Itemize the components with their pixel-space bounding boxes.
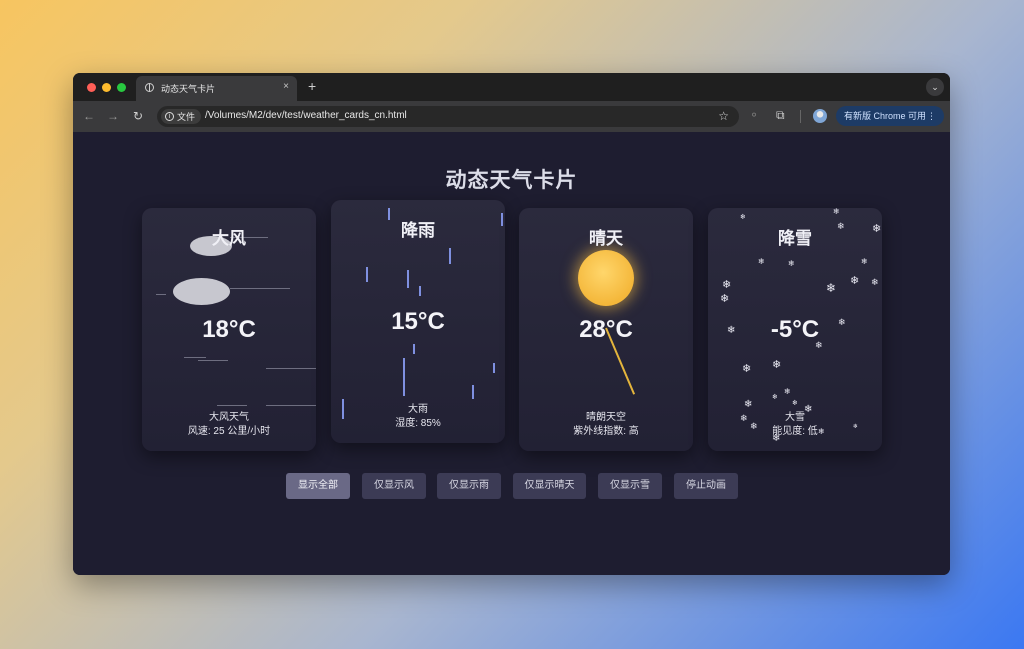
card-description: 大雨 湿度: 85%: [331, 403, 505, 431]
weather-card-wind: 大风 18°C 大风天气 风速: 25 公里/小时: [142, 208, 316, 451]
raindrop: [366, 267, 368, 282]
forward-icon[interactable]: →: [107, 109, 119, 123]
raindrop: [419, 286, 421, 296]
filter-controls: 显示全部 仅显示风 仅显示雨 仅显示晴天 仅显示雪 停止动画: [73, 473, 950, 499]
card-temperature: 28°C: [579, 316, 633, 343]
maximize-window-button[interactable]: [117, 83, 126, 92]
stop-animation-button[interactable]: 停止动画: [674, 473, 738, 499]
snowflake-icon: ❄: [744, 399, 753, 410]
snowflake-icon: ❄: [850, 275, 860, 287]
card-temperature: -5°C: [770, 316, 820, 343]
card-description: 大雪 能见度: 低: [708, 411, 882, 439]
card-detail: 能见度: 低: [772, 426, 818, 437]
wind-streak: [184, 357, 206, 358]
card-title: 降雪: [778, 229, 812, 248]
weather-card-sunny: 晴天 28°C 晴朗天空 紫外线指数: 高: [519, 208, 693, 451]
raindrop: [493, 363, 495, 373]
card-temperature: 15°C: [391, 308, 445, 335]
card-description: 晴朗天空 紫外线指数: 高: [519, 411, 693, 439]
wind-streak: [198, 360, 228, 361]
show-sunny-button[interactable]: 仅显示晴天: [513, 473, 586, 499]
snowflake-icon: ❄: [833, 208, 840, 216]
cloud-icon: [173, 278, 230, 305]
new-tab-button[interactable]: +: [308, 78, 316, 94]
snowflake-icon: ❄: [740, 214, 746, 221]
minimize-window-button[interactable]: [102, 83, 111, 92]
snowflake-icon: ❄: [861, 257, 868, 266]
card-condition: 晴朗天空: [586, 412, 626, 423]
tab-weather-cards[interactable]: 动态天气卡片 ×: [136, 76, 297, 101]
wind-streak: [266, 368, 316, 369]
wind-streak: [217, 405, 247, 406]
snowflake-icon: ❄: [826, 281, 837, 295]
url-text[interactable]: /Volumes/M2/dev/test/weather_cards_cn.ht…: [205, 110, 407, 121]
page-content: 动态天气卡片 大风 18°C 大风天气 风速: 25 公里/小时 降雨 15°C…: [73, 132, 950, 575]
chrome-update-button[interactable]: 有新版 Chrome 可用 ⋮: [836, 106, 944, 126]
raindrop: [403, 358, 405, 396]
snowflake-icon: ❄: [871, 277, 879, 287]
extensions-icon[interactable]: ⧉: [776, 108, 785, 122]
site-info-chip[interactable]: i 文件: [161, 109, 202, 124]
show-rain-button[interactable]: 仅显示雨: [437, 473, 501, 499]
raindrop: [449, 248, 451, 264]
address-bar[interactable]: i 文件 /Volumes/M2/dev/test/weather_cards_…: [157, 106, 739, 127]
snowflake-icon: ❄: [772, 394, 778, 401]
card-condition: 大风天气: [209, 412, 249, 423]
card-title: 晴天: [589, 229, 623, 248]
snowflake-icon: ❄: [772, 359, 782, 371]
card-detail: 风速: 25 公里/小时: [187, 426, 271, 437]
snowflake-icon: ❄: [784, 387, 791, 396]
tab-close-icon[interactable]: ×: [283, 81, 289, 93]
tab-title: 动态天气卡片: [161, 84, 216, 94]
show-all-button[interactable]: 显示全部: [286, 473, 350, 499]
profile-icon[interactable]: [813, 109, 827, 123]
update-button-label: 有新版 Chrome 可用: [844, 111, 927, 121]
card-detail: 紫外线指数: 高: [573, 426, 639, 437]
raindrop: [413, 344, 415, 354]
weather-card-snow: ❄ ❄ ❄ ❄ ❄ ❄ ❄ ❄ ❄ ❄ ❄ ❄ ❄ ❄ ❄ ❄ ❄ ❄ ❄ ❄ …: [708, 208, 882, 451]
card-description: 大风天气 风速: 25 公里/小时: [142, 411, 316, 439]
star-icon[interactable]: ☆: [718, 109, 729, 123]
wind-streak: [266, 405, 316, 406]
back-icon[interactable]: ←: [83, 109, 95, 123]
wind-streak: [156, 294, 166, 295]
globe-icon: [145, 83, 154, 92]
page-title: 动态天气卡片: [445, 169, 578, 192]
reload-icon[interactable]: ↻: [133, 109, 143, 123]
snowflake-icon: ❄: [758, 257, 765, 266]
more-menu-icon[interactable]: ⋮: [927, 106, 936, 126]
raindrop: [407, 270, 409, 288]
raindrop: [472, 385, 474, 399]
info-icon: i: [165, 112, 174, 121]
weather-card-rain: 降雨 15°C 大雨 湿度: 85%: [331, 200, 505, 443]
snowflake-icon: ❄: [722, 279, 732, 291]
show-wind-button[interactable]: 仅显示风: [362, 473, 426, 499]
card-detail: 湿度: 85%: [395, 418, 441, 429]
close-window-button[interactable]: [87, 83, 96, 92]
card-title: 降雨: [401, 221, 435, 240]
toolbar-divider: [800, 110, 801, 123]
security-chip-label: 文件: [177, 112, 196, 122]
media-icon[interactable]: ⚬: [749, 108, 759, 122]
tab-search-chevron-icon[interactable]: ⌄: [926, 78, 944, 96]
tab-strip: 动态天气卡片 × + ⌄: [73, 73, 950, 101]
card-title: 大风: [212, 229, 246, 248]
sun-icon: [578, 250, 634, 306]
browser-toolbar: ← → ↻ i 文件 /Volumes/M2/dev/test/weather_…: [73, 101, 950, 132]
card-condition: 大雨: [408, 404, 428, 415]
snowflake-icon: ❄: [720, 293, 730, 305]
snowflake-icon: ❄: [742, 363, 752, 375]
browser-window: 动态天气卡片 × + ⌄ ← → ↻ i 文件 /Volumes/M2/dev/…: [73, 73, 950, 575]
wind-streak: [230, 288, 290, 289]
card-temperature: 18°C: [202, 316, 256, 343]
card-condition: 大雪: [785, 412, 805, 423]
snowflake-icon: ❄: [788, 259, 795, 268]
show-snow-button[interactable]: 仅显示雪: [598, 473, 662, 499]
snowflake-icon: ❄: [792, 400, 798, 407]
